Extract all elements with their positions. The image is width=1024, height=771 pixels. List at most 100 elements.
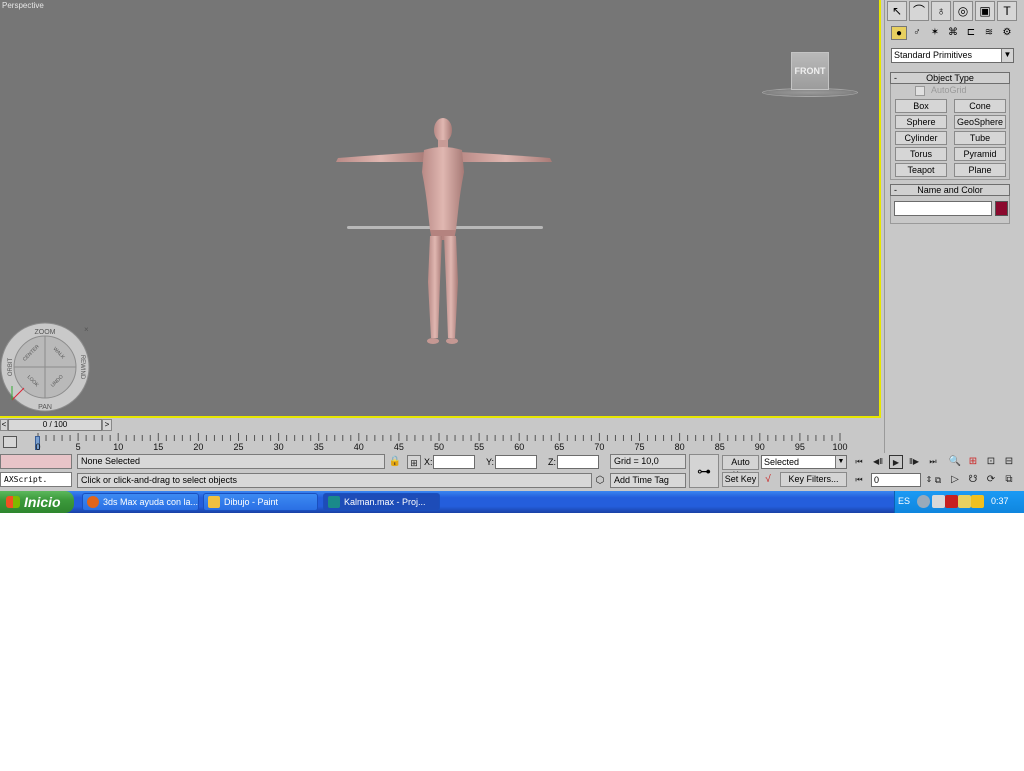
perspective-viewport[interactable]: Perspective FRONT ZOOM PAN ORBIT REWIND … <box>0 0 881 418</box>
time-slider-thumb[interactable]: 0 / 100 <box>8 419 102 431</box>
field-of-view-icon[interactable]: ▷ <box>948 473 962 487</box>
space-warps-icon[interactable]: ≋ <box>981 26 997 40</box>
object-name-field[interactable] <box>894 201 992 216</box>
current-frame-field[interactable]: 0 <box>871 473 921 487</box>
x-coordinate-field[interactable] <box>433 455 475 469</box>
default-tangent-icon[interactable]: √ <box>761 473 775 487</box>
key-mode-toggle-icon[interactable]: ⏮ <box>852 473 866 487</box>
time-tag-icon[interactable]: ⬡ <box>593 474 607 488</box>
key-filters-button[interactable]: Key Filters... <box>780 472 847 487</box>
start-label: Inicio <box>24 494 61 510</box>
cameras-icon[interactable]: ⌘ <box>945 26 961 40</box>
zoom-extents-icon[interactable]: ⊡ <box>984 455 998 469</box>
hierarchy-tab-icon[interactable]: ♁ <box>931 1 951 21</box>
autogrid-checkbox[interactable] <box>915 86 925 96</box>
maxscript-listener-output[interactable] <box>0 454 72 469</box>
trackbar-tick-label: 20 <box>193 442 204 452</box>
curve-editor-icon[interactable] <box>3 436 17 448</box>
taskbar-item-firefox[interactable]: 3ds Max ayuda con la... <box>82 493 199 511</box>
trackbar-tick-label: 95 <box>794 442 805 452</box>
motion-tab-icon[interactable]: ◎ <box>953 1 973 21</box>
task-label: Dibujo - Paint <box>224 497 279 507</box>
start-button[interactable]: Inicio <box>0 491 74 513</box>
collapse-toggle[interactable]: - <box>894 185 897 195</box>
time-slider-prev-button[interactable]: < <box>0 419 8 431</box>
primitive-plane-button[interactable]: Plane <box>954 163 1006 177</box>
primitive-sphere-button[interactable]: Sphere <box>895 115 947 129</box>
steering-wheel[interactable]: ZOOM PAN ORBIT REWIND CENTER WALK LOOK U… <box>0 322 92 414</box>
time-slider[interactable]: < 0 / 100 > <box>0 418 884 433</box>
object-color-swatch[interactable] <box>995 201 1008 216</box>
chevron-down-icon[interactable]: ▼ <box>1001 49 1013 62</box>
messenger-icon[interactable] <box>958 495 971 508</box>
select-arrow-icon[interactable]: ↖ <box>887 1 907 21</box>
go-to-start-icon[interactable]: ⏮ <box>852 455 866 469</box>
collapse-toggle[interactable]: - <box>894 73 897 83</box>
network-icon[interactable] <box>917 495 930 508</box>
utilities-tab-icon[interactable]: T <box>997 1 1017 21</box>
human-model[interactable] <box>330 112 556 348</box>
taskbar-item-paint[interactable]: Dibujo - Paint <box>203 493 318 511</box>
systems-icon[interactable]: ⚙ <box>999 26 1015 40</box>
primitive-teapot-button[interactable]: Teapot <box>895 163 947 177</box>
modify-tab-icon[interactable]: ⌒ <box>909 1 929 21</box>
name-and-color-title: Name and Color <box>917 185 983 195</box>
viewport-label[interactable]: Perspective <box>2 1 44 10</box>
object-type-rollout-header[interactable]: - Object Type <box>890 72 1010 84</box>
go-to-end-icon[interactable]: ⏭ <box>926 455 940 469</box>
viewcube[interactable]: FRONT <box>762 50 858 100</box>
maximize-viewport-icon[interactable]: ⧉ <box>1002 473 1016 487</box>
geometry-icon[interactable]: ● <box>891 26 907 40</box>
set-key-button[interactable]: Set Key <box>722 472 759 487</box>
helpers-icon[interactable]: ⊏ <box>963 26 979 40</box>
security-alert-icon[interactable] <box>971 495 984 508</box>
time-configuration-icon[interactable]: ⧉ <box>931 473 945 487</box>
play-icon[interactable]: ▶ <box>889 455 903 469</box>
zoom-all-icon[interactable]: ⊞ <box>966 455 980 469</box>
y-coordinate-field[interactable] <box>495 455 537 469</box>
key-mode-select[interactable]: Selected ▼ <box>761 455 847 469</box>
zoom-icon[interactable]: 🔍 <box>948 455 962 469</box>
lights-icon[interactable]: ✶ <box>927 26 943 40</box>
name-and-color-rollout-header[interactable]: - Name and Color <box>890 184 1010 196</box>
firefox-icon <box>87 496 99 508</box>
windows-logo-icon <box>6 496 20 508</box>
trackbar[interactable]: 0 5 10 15 20 25 30 35 40 45 50 55 60 65 70 75 80 85 90 95 10… <box>0 433 884 453</box>
trackbar-tick-label: 60 <box>514 442 525 452</box>
z-coordinate-field[interactable] <box>557 455 599 469</box>
language-indicator[interactable]: ES <box>898 496 910 506</box>
primitive-geosphere-button[interactable]: GeoSphere <box>954 115 1006 129</box>
primitive-cylinder-button[interactable]: Cylinder <box>895 131 947 145</box>
taskbar-item-3dsmax[interactable]: Kalman.max - Proj... <box>323 493 440 511</box>
primitive-pyramid-button[interactable]: Pyramid <box>954 147 1006 161</box>
orbit-icon[interactable]: ⟳ <box>984 473 998 487</box>
lock-selection-icon[interactable]: 🔒 <box>388 455 402 469</box>
next-frame-icon[interactable]: Ⅱ▶ <box>907 455 921 469</box>
task-label: 3ds Max ayuda con la... <box>103 497 199 507</box>
primitive-cone-button[interactable]: Cone <box>954 99 1006 113</box>
display-tab-icon[interactable]: ▣ <box>975 1 995 21</box>
primitive-torus-button[interactable]: Torus <box>895 147 947 161</box>
command-panel: ↖ ⌒ ♁ ◎ ▣ T ● ♂ ✶ ⌘ ⊏ ≋ ⚙ Standard Primi… <box>884 0 1024 453</box>
previous-frame-icon[interactable]: ◀Ⅱ <box>871 455 885 469</box>
zoom-extents-all-icon[interactable]: ⊟ <box>1002 455 1016 469</box>
primitive-tube-button[interactable]: Tube <box>954 131 1006 145</box>
viewcube-front-face[interactable]: FRONT <box>791 52 829 90</box>
key-icon[interactable]: ⊶ <box>689 454 719 488</box>
primitive-box-button[interactable]: Box <box>895 99 947 113</box>
antivirus-icon[interactable] <box>945 495 958 508</box>
trackbar-tick-label: 15 <box>153 442 164 452</box>
trackbar-tick-label: 100 <box>832 442 848 452</box>
auto-key-button[interactable]: Auto Key <box>722 455 759 480</box>
trackbar-tick-label: 40 <box>353 442 364 452</box>
category-dropdown[interactable]: Standard Primitives ▼ <box>891 48 1014 63</box>
add-time-tag[interactable]: Add Time Tag <box>610 473 686 488</box>
x-label: X: <box>424 457 433 467</box>
chevron-down-icon[interactable]: ▼ <box>835 456 846 468</box>
time-slider-next-button[interactable]: > <box>102 419 112 431</box>
shapes-icon[interactable]: ♂ <box>909 26 925 40</box>
pan-view-icon[interactable]: ☋ <box>966 473 980 487</box>
bluetooth-icon[interactable] <box>932 495 945 508</box>
maxscript-mini-listener[interactable]: AXScript. <box>0 472 72 487</box>
absolute-mode-icon[interactable]: ⊞ <box>407 455 421 469</box>
